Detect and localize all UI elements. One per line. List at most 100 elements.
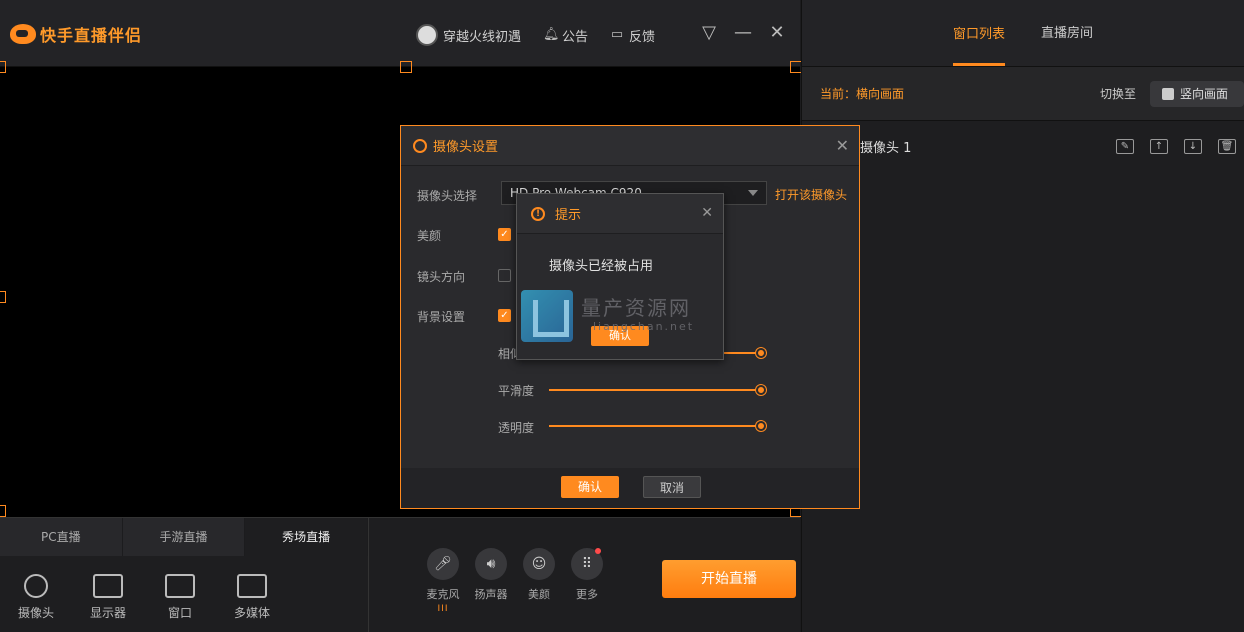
portrait-icon bbox=[1161, 87, 1174, 100]
source-name: 摄像头 1 bbox=[860, 140, 912, 156]
feedback-button[interactable]: ▭ 反馈 bbox=[610, 26, 655, 45]
window-icon bbox=[165, 574, 195, 598]
menu-icon[interactable]: ▽ bbox=[700, 22, 718, 43]
source-label: 多媒体 bbox=[233, 606, 270, 620]
orientation-bar: 当前：横向画面 切换至 竖向画面 bbox=[802, 67, 1244, 121]
alert-dialog: ! 提示 ✕ 摄像头已经被占用 确认 bbox=[516, 193, 724, 360]
notification-dot bbox=[595, 548, 601, 554]
switch-button-label: 竖向画面 bbox=[1179, 87, 1228, 101]
audio-controls: 🎤︎ 麦克风 III 🔊︎ 扬声器 ☺ 美颜 ⠿ 更多 bbox=[425, 548, 605, 614]
beauty-button[interactable]: ☺ 美颜 bbox=[521, 548, 557, 614]
tab-pc-live[interactable]: PC直播 bbox=[0, 518, 123, 556]
tab-window-list[interactable]: 窗口列表 bbox=[952, 23, 1005, 66]
more-button[interactable]: ⠿ 更多 bbox=[569, 548, 605, 614]
resize-handle[interactable] bbox=[0, 61, 6, 73]
control-label: 更多 bbox=[576, 588, 598, 601]
smoothness-slider[interactable] bbox=[549, 385, 766, 395]
mirror-checkbox[interactable] bbox=[498, 269, 511, 282]
chevron-down-icon bbox=[748, 190, 758, 196]
dialog-footer: 确认 取消 bbox=[401, 468, 859, 508]
user-profile[interactable]: 穿越火线初遇 bbox=[416, 24, 521, 46]
resize-handle[interactable] bbox=[0, 505, 6, 517]
bell-icon: 🔔︎ bbox=[543, 27, 560, 42]
alert-message: 摄像头已经被占用 bbox=[549, 259, 654, 274]
beauty-checkbox[interactable]: ✓ bbox=[498, 228, 511, 241]
media-icon bbox=[237, 574, 267, 598]
move-up-icon[interactable]: ↑ bbox=[1150, 138, 1168, 154]
kuaishou-logo-icon bbox=[10, 24, 36, 44]
speaker-icon: 🔊︎ bbox=[475, 548, 507, 580]
tab-show-live[interactable]: 秀场直播 bbox=[245, 518, 369, 556]
alert-confirm-button[interactable]: 确认 bbox=[591, 326, 649, 346]
dialog-header: 摄像头设置 bbox=[401, 126, 859, 166]
delete-icon[interactable]: 🗑︎ bbox=[1218, 138, 1236, 154]
add-media-button[interactable]: 多媒体 bbox=[230, 574, 274, 632]
microphone-button[interactable]: 🎤︎ 麦克风 III bbox=[425, 548, 461, 614]
app-name: 快手直播伴侣 bbox=[40, 26, 143, 45]
feedback-icon: ▭ bbox=[610, 27, 624, 42]
move-down-icon[interactable]: ↓ bbox=[1184, 138, 1202, 154]
current-orientation: 当前：横向画面 bbox=[820, 87, 905, 101]
notice-label: 公告 bbox=[562, 29, 589, 45]
opacity-label: 透明度 bbox=[498, 421, 535, 435]
source-label: 摄像头 bbox=[17, 606, 54, 620]
close-icon[interactable]: ✕ bbox=[836, 136, 849, 155]
title-bar: 快手直播伴侣 穿越火线初遇 🔔︎ 公告 ▭ 反馈 ▽ — ✕ bbox=[0, 0, 800, 67]
monitor-icon bbox=[93, 574, 123, 598]
top-nav: 穿越火线初遇 🔔︎ 公告 ▭ 反馈 bbox=[416, 24, 655, 46]
slider-knob[interactable] bbox=[756, 348, 766, 358]
dialog-title: 摄像头设置 bbox=[433, 140, 499, 155]
source-label: 显示器 bbox=[89, 606, 126, 620]
tab-mobile-live[interactable]: 手游直播 bbox=[123, 518, 246, 556]
username: 穿越火线初遇 bbox=[443, 29, 522, 45]
background-checkbox[interactable]: ✓ bbox=[498, 309, 511, 322]
open-camera-link[interactable]: 打开该摄像头 bbox=[775, 186, 847, 203]
start-live-button[interactable]: 开始直播 bbox=[662, 560, 796, 598]
app-logo: 快手直播伴侣 bbox=[10, 22, 142, 46]
add-source-bar: 摄像头 显示器 窗口 多媒体 bbox=[0, 556, 368, 632]
add-camera-button[interactable]: 摄像头 bbox=[14, 574, 58, 632]
control-label: 麦克风 bbox=[426, 588, 460, 601]
microphone-icon: 🎤︎ bbox=[427, 548, 459, 580]
resize-handle[interactable] bbox=[0, 291, 6, 303]
right-panel: 窗口列表 直播房间 当前：横向画面 切换至 竖向画面 摄像头 1 ✎ ↑ ↓ 🗑… bbox=[801, 0, 1244, 632]
alert-title: 提示 bbox=[555, 208, 582, 223]
tab-live-room[interactable]: 直播房间 bbox=[1041, 22, 1093, 66]
smoothness-label: 平滑度 bbox=[498, 384, 535, 398]
mic-level-icon: III bbox=[437, 604, 449, 614]
speaker-button[interactable]: 🔊︎ 扬声器 bbox=[473, 548, 509, 614]
opacity-slider[interactable] bbox=[549, 421, 766, 431]
cancel-button[interactable]: 取消 bbox=[643, 476, 701, 498]
bottom-bar: PC直播 手游直播 秀场直播 摄像头 显示器 窗口 多媒体 🎤︎ 麦克风 III… bbox=[0, 517, 800, 632]
control-label: 扬声器 bbox=[474, 588, 508, 601]
resize-handle[interactable] bbox=[400, 61, 412, 73]
camera-select-label: 摄像头选择 bbox=[417, 189, 478, 203]
more-icon: ⠿ bbox=[571, 548, 603, 580]
switch-label: 切换至 bbox=[1099, 87, 1136, 101]
portrait-switch-button[interactable]: 竖向画面 bbox=[1149, 80, 1244, 107]
slider-knob[interactable] bbox=[756, 385, 766, 395]
avatar bbox=[416, 24, 438, 46]
camera-icon bbox=[413, 138, 427, 153]
notice-button[interactable]: 🔔︎ 公告 bbox=[543, 26, 588, 45]
warning-icon: ! bbox=[531, 206, 545, 221]
add-window-button[interactable]: 窗口 bbox=[158, 574, 202, 632]
slider-knob[interactable] bbox=[756, 421, 766, 431]
control-label: 美颜 bbox=[528, 588, 550, 601]
beauty-icon: ☺ bbox=[523, 548, 555, 580]
edit-icon[interactable]: ✎ bbox=[1116, 138, 1134, 154]
mode-tabs: PC直播 手游直播 秀场直播 bbox=[0, 518, 369, 556]
close-icon[interactable]: ✕ bbox=[701, 205, 713, 221]
alert-header: ! 提示 bbox=[517, 194, 723, 234]
close-icon[interactable]: ✕ bbox=[768, 22, 786, 43]
confirm-button[interactable]: 确认 bbox=[561, 476, 619, 498]
camera-icon bbox=[24, 574, 48, 598]
feedback-label: 反馈 bbox=[629, 29, 656, 45]
beauty-label: 美颜 bbox=[417, 229, 442, 243]
source-row[interactable]: 摄像头 1 ✎ ↑ ↓ 🗑︎ bbox=[802, 121, 1244, 171]
window-controls: ▽ — ✕ bbox=[700, 22, 786, 43]
mirror-label: 镜头方向 bbox=[417, 270, 466, 284]
minimize-icon[interactable]: — bbox=[734, 22, 752, 43]
source-actions: ✎ ↑ ↓ 🗑︎ bbox=[1116, 138, 1236, 154]
add-monitor-button[interactable]: 显示器 bbox=[86, 574, 130, 632]
